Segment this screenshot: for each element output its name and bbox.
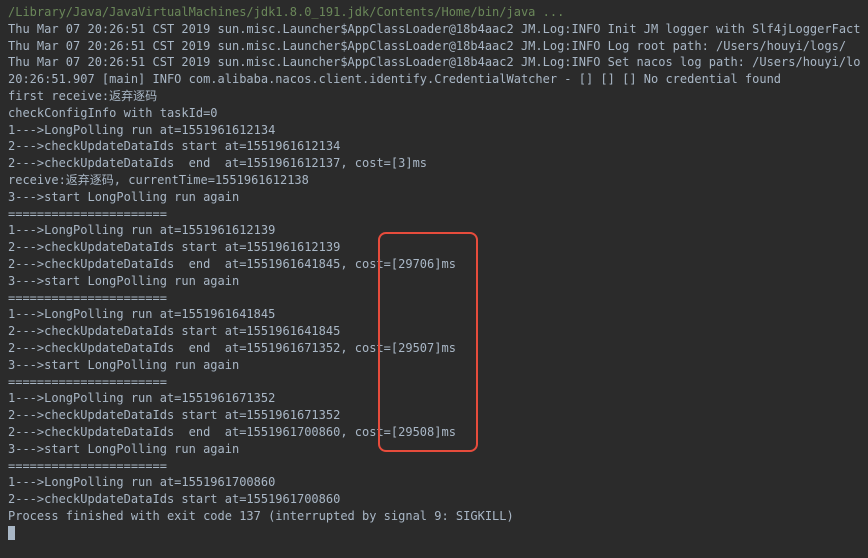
log-line: 2--->checkUpdateDataIds start at=1551961…	[8, 138, 860, 155]
log-line: ======================	[8, 374, 860, 391]
cursor-line	[8, 525, 860, 542]
log-line: ======================	[8, 206, 860, 223]
log-line: 2--->checkUpdateDataIds start at=1551961…	[8, 491, 860, 508]
log-line: Thu Mar 07 20:26:51 CST 2019 sun.misc.La…	[8, 54, 860, 71]
java-path-line: /Library/Java/JavaVirtualMachines/jdk1.8…	[8, 4, 860, 21]
log-line: 3--->start LongPolling run again	[8, 189, 860, 206]
log-line: Thu Mar 07 20:26:51 CST 2019 sun.misc.La…	[8, 38, 860, 55]
log-line: 2--->checkUpdateDataIds start at=1551961…	[8, 239, 860, 256]
cursor-icon	[8, 526, 15, 540]
log-line: 2--->checkUpdateDataIds start at=1551961…	[8, 323, 860, 340]
log-line: 1--->LongPolling run at=1551961641845	[8, 306, 860, 323]
log-line: ======================	[8, 458, 860, 475]
log-line: first receive:返弃逐码	[8, 88, 860, 105]
log-line: 1--->LongPolling run at=1551961612134	[8, 122, 860, 139]
log-line: ======================	[8, 290, 860, 307]
log-line: 2--->checkUpdateDataIds end at=155196164…	[8, 256, 860, 273]
log-line: 3--->start LongPolling run again	[8, 441, 860, 458]
log-line: receive:返弃逐码, currentTime=1551961612138	[8, 172, 860, 189]
log-line: 3--->start LongPolling run again	[8, 357, 860, 374]
log-line: 2--->checkUpdateDataIds start at=1551961…	[8, 407, 860, 424]
log-line: 20:26:51.907 [main] INFO com.alibaba.nac…	[8, 71, 860, 88]
log-line: 1--->LongPolling run at=1551961612139	[8, 222, 860, 239]
log-line: 1--->LongPolling run at=1551961700860	[8, 474, 860, 491]
log-line: 2--->checkUpdateDataIds end at=155196170…	[8, 424, 860, 441]
log-line: 3--->start LongPolling run again	[8, 273, 860, 290]
log-line: checkConfigInfo with taskId=0	[8, 105, 860, 122]
log-line: 1--->LongPolling run at=1551961671352	[8, 390, 860, 407]
log-line: 2--->checkUpdateDataIds end at=155196161…	[8, 155, 860, 172]
log-line: Thu Mar 07 20:26:51 CST 2019 sun.misc.La…	[8, 21, 860, 38]
log-line: Process finished with exit code 137 (int…	[8, 508, 860, 525]
log-line: 2--->checkUpdateDataIds end at=155196167…	[8, 340, 860, 357]
